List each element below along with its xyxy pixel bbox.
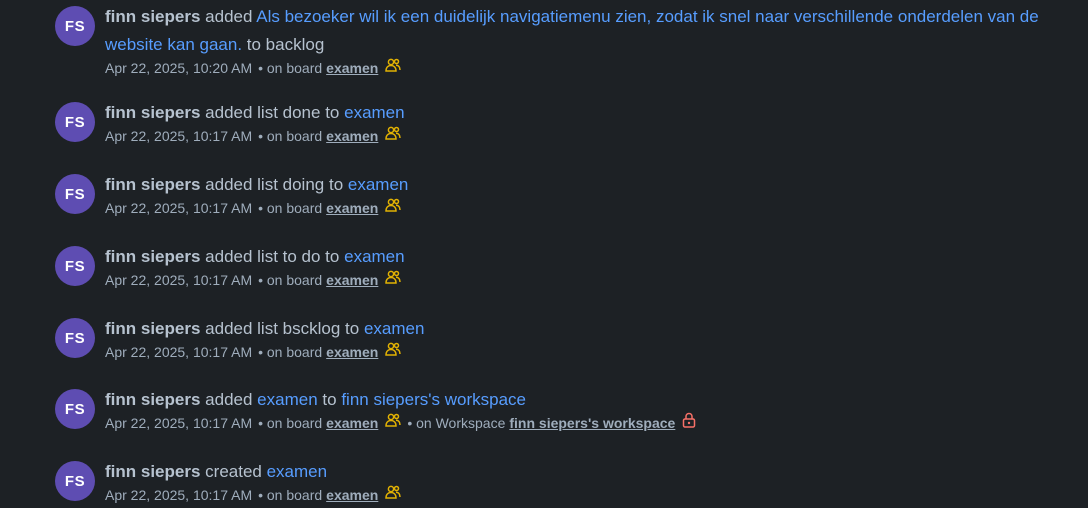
activity-body: finn siepers added Als bezoeker wil ik e… [105,3,1078,78]
public-people-icon [385,412,402,433]
board-target-link[interactable]: examen [267,462,327,481]
avatar[interactable]: FS [55,174,95,214]
avatar[interactable]: FS [55,389,95,429]
member-name[interactable]: finn siepers [105,319,200,338]
board-target-link[interactable]: examen [344,247,404,266]
activity-meta: Apr 22, 2025, 10:17 AM • on board examen [105,269,1078,290]
activity-item: FS finn siepers added list bscklog to ex… [55,315,1078,365]
activity-body: finn siepers added list doing to examen … [105,171,1078,218]
board-link[interactable]: examen [326,58,378,78]
public-people-icon [385,125,402,146]
activity-body: finn siepers added examen to finn sieper… [105,386,1078,433]
activity-verb: added list to do to [205,247,340,266]
board-link[interactable]: examen [326,413,378,433]
activity-text: finn siepers added list to do to examen [105,243,1078,271]
board-target-link[interactable]: examen [364,319,424,338]
activity-verb: added list bscklog to [205,319,360,338]
board-link[interactable]: examen [326,485,378,505]
activity-meta: Apr 22, 2025, 10:17 AM • on board examen [105,484,1078,505]
activity-text: finn siepers added list doing to examen [105,171,1078,199]
board-link[interactable]: examen [326,270,378,290]
activity-meta: Apr 22, 2025, 10:17 AM • on board examen [105,125,1078,146]
board-target-link[interactable]: examen [348,175,408,194]
board-prefix: • on board [258,486,323,503]
activity-body: finn siepers created examen Apr 22, 2025… [105,458,1078,505]
board-prefix: • on board [258,127,323,144]
activity-verb: added [205,390,253,409]
member-name[interactable]: finn siepers [105,103,200,122]
board-prefix: • on board [258,271,323,288]
workspace-link[interactable]: finn siepers's workspace [509,413,675,433]
avatar[interactable]: FS [55,102,95,142]
activity-verb: added [205,7,253,26]
board-prefix: • on board [258,199,323,216]
public-people-icon [385,269,402,290]
board-target-link[interactable]: examen [257,390,317,409]
activity-meta: Apr 22, 2025, 10:17 AM • on board examen [105,197,1078,218]
activity-timestamp[interactable]: Apr 22, 2025, 10:17 AM [105,342,252,362]
activity-text: finn siepers added examen to finn sieper… [105,386,1078,414]
activity-item: FS finn siepers added list done to exame… [55,99,1078,149]
activity-verb: created [205,462,262,481]
avatar[interactable]: FS [55,6,95,46]
board-prefix: • on board [258,59,323,76]
activity-verb: added list doing to [205,175,344,194]
member-name[interactable]: finn siepers [105,7,200,26]
activity-timestamp[interactable]: Apr 22, 2025, 10:17 AM [105,126,252,146]
board-prefix: • on board [258,343,323,360]
activity-connector: to [322,390,337,409]
public-people-icon [385,341,402,362]
activity-meta: Apr 22, 2025, 10:17 AM • on board examen… [105,412,1078,433]
activity-text: finn siepers created examen [105,458,1078,486]
activity-item: FS finn siepers added examen to finn sie… [55,386,1078,436]
member-name[interactable]: finn siepers [105,247,200,266]
workspace-target-link[interactable]: finn siepers's workspace [341,390,526,409]
member-name[interactable]: finn siepers [105,462,200,481]
member-name[interactable]: finn siepers [105,390,200,409]
activity-text: finn siepers added list done to examen [105,99,1078,127]
activity-verb: added list done to [205,103,340,122]
activity-item: FS finn siepers added list to do to exam… [55,243,1078,293]
activity-body: finn siepers added list bscklog to exame… [105,315,1078,362]
board-target-link[interactable]: examen [344,103,404,122]
member-name[interactable]: finn siepers [105,175,200,194]
avatar[interactable]: FS [55,461,95,501]
workspace-prefix: • on Workspace [407,414,506,431]
avatar[interactable]: FS [55,318,95,358]
activity-feed: FS finn siepers added Als bezoeker wil i… [0,0,1088,508]
activity-text: finn siepers added list bscklog to exame… [105,315,1078,343]
activity-body: finn siepers added list to do to examen … [105,243,1078,290]
activity-text: finn siepers added Als bezoeker wil ik e… [105,3,1078,59]
board-link[interactable]: examen [326,126,378,146]
activity-meta: Apr 22, 2025, 10:20 AM • on board examen [105,57,1078,78]
lock-icon [682,412,696,433]
activity-timestamp[interactable]: Apr 22, 2025, 10:20 AM [105,58,252,78]
activity-timestamp[interactable]: Apr 22, 2025, 10:17 AM [105,270,252,290]
board-prefix: • on board [258,414,323,431]
activity-meta: Apr 22, 2025, 10:17 AM • on board examen [105,341,1078,362]
activity-item: FS finn siepers created examen Apr 22, 2… [55,458,1078,508]
board-link[interactable]: examen [326,342,378,362]
public-people-icon [385,484,402,505]
public-people-icon [385,197,402,218]
activity-timestamp[interactable]: Apr 22, 2025, 10:17 AM [105,485,252,505]
board-link[interactable]: examen [326,198,378,218]
activity-item: FS finn siepers added list doing to exam… [55,171,1078,221]
public-people-icon [385,57,402,78]
activity-item: FS finn siepers added Als bezoeker wil i… [55,3,1078,79]
activity-body: finn siepers added list done to examen A… [105,99,1078,146]
activity-connector: to backlog [246,35,325,54]
avatar[interactable]: FS [55,246,95,286]
activity-timestamp[interactable]: Apr 22, 2025, 10:17 AM [105,413,252,433]
activity-timestamp[interactable]: Apr 22, 2025, 10:17 AM [105,198,252,218]
